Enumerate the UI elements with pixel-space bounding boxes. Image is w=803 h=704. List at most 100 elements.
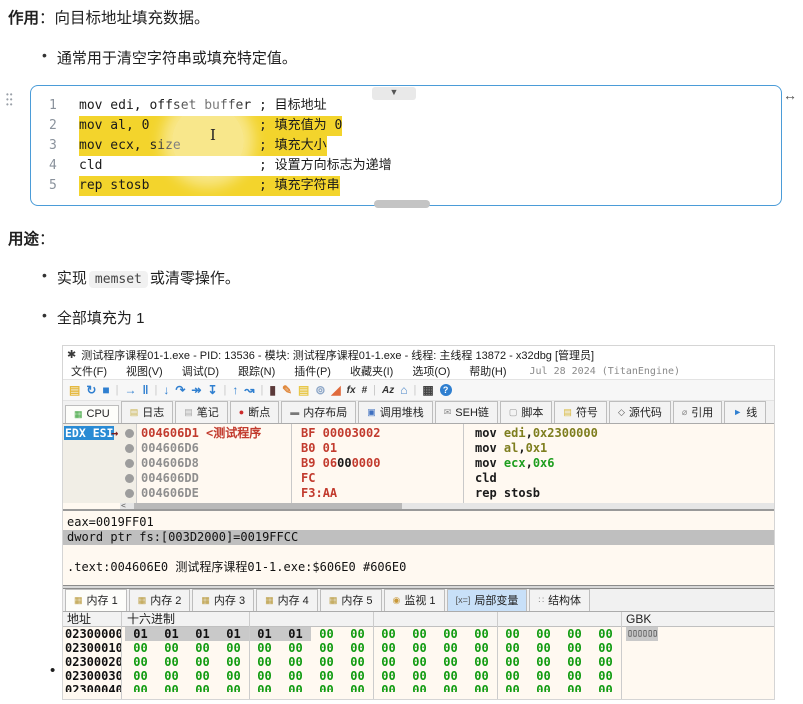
pause-icon[interactable]: ‖ [143, 384, 149, 396]
restart-icon[interactable]: ↻ [86, 384, 96, 396]
code-line[interactable]: 3mov ecx, size ; 填充大小 [31, 136, 781, 156]
patches-icon[interactable]: ▮ [269, 384, 276, 396]
tab-label: 局部变量 [474, 592, 518, 608]
strings-icon[interactable]: Az [382, 385, 394, 396]
info-eax: eax=0019FF01 [67, 515, 154, 529]
menu-item[interactable]: 文件(F) [71, 363, 107, 379]
bullet-marker-4: • [50, 662, 55, 679]
calculator-icon[interactable]: ▦ [422, 384, 433, 396]
label-icon[interactable]: ▤ [298, 384, 309, 396]
bullet-text-pre: 实现 [57, 270, 87, 287]
scroll-left-icon[interactable]: < [121, 501, 126, 510]
skip-icon[interactable]: ↧ [207, 384, 217, 396]
tab-dump-4[interactable]: ▦ 内存 4 [256, 589, 318, 611]
stop-icon[interactable]: ■ [102, 384, 109, 396]
tab-label: 内存 2 [150, 592, 181, 608]
graph-icon[interactable]: ⌂ [400, 384, 407, 396]
code-hscrollbar-thumb[interactable] [374, 200, 430, 208]
memory-dump-pane[interactable]: 地址 十六进制 GBK 0230000001010101010100000000… [63, 612, 774, 700]
menu-item[interactable]: 插件(P) [294, 363, 331, 379]
run-icon[interactable]: → [125, 384, 137, 396]
disasm-row[interactable]: 004606D8B9 06000000mov ecx,0x6 [63, 456, 774, 471]
tab-dump-5[interactable]: ▦内存 5 [320, 589, 382, 611]
tab-notes[interactable]: ▤笔记 [175, 401, 228, 423]
column-divider [463, 424, 464, 503]
code-line[interactable]: 5rep stosb ; 填充字符串 [31, 176, 781, 196]
tab-cpu[interactable]: ▦CPU [65, 405, 119, 423]
menu-item[interactable]: 视图(V) [126, 363, 163, 379]
tab-script[interactable]: ▢脚本 [500, 401, 553, 423]
chevron-down-icon[interactable]: ▼ [372, 87, 416, 100]
step-into-icon[interactable]: ↓ [163, 384, 169, 396]
disasm-row[interactable]: 004606D1 <测试程序BF 00003002mov edi,0x23000… [63, 426, 774, 441]
animate-icon[interactable]: ↝ [244, 384, 254, 396]
dump-row[interactable]: 0230002000000000000000000000000000000000 [63, 655, 774, 669]
menu-item[interactable]: 帮助(H) [469, 363, 506, 379]
menu-item[interactable]: 调试(D) [182, 363, 219, 379]
tab-dump-1[interactable]: ▦内存 1 [65, 589, 127, 611]
tab-breakpoints[interactable]: ●断点 [230, 401, 279, 423]
menu-item[interactable]: 选项(O) [412, 363, 450, 379]
tab-watch-1-icon: ◉ [393, 596, 401, 605]
dump-row[interactable]: 0230004000000000000000000000000000000000 [63, 683, 774, 692]
tab-threads[interactable]: ►线 [724, 401, 766, 423]
code-block[interactable]: 1mov edi, offset buffer ; 目标地址2mov al, 0… [30, 85, 782, 206]
tab-references[interactable]: ⌀引用 [673, 401, 722, 423]
tab-memory-map[interactable]: ▬内存布局 [281, 401, 356, 423]
tab-dump-3[interactable]: ▦内存 3 [192, 589, 254, 611]
open-file-icon[interactable]: ▤ [69, 384, 80, 396]
functions-icon[interactable]: fx [347, 385, 356, 396]
info-highlight-row: dword ptr fs:[003D2000]=0019FFCC [63, 530, 774, 545]
tab-watch-1[interactable]: ◉监视 1 [384, 589, 445, 611]
dump-row[interactable]: 0230000001010101010100000000000000000000… [63, 627, 774, 641]
x32dbg-window[interactable]: ✱ 测试程序课程01-1.exe - PID: 13536 - 模块: 测试程序… [62, 345, 775, 700]
resize-width-icon[interactable]: ↔ [783, 87, 797, 103]
bullet-item-3: 全部填充为 1 [42, 307, 144, 328]
resize-glyph: ↔ [783, 87, 797, 103]
menu-item[interactable]: 收藏夹(I) [350, 363, 393, 379]
menu-items: 文件(F) 视图(V) 调试(D) 跟踪(N) 插件(P) 收藏夹(I) 选项(O) 帮助(H… [71, 363, 507, 379]
step-over-icon[interactable]: ↷ [175, 384, 185, 396]
disassembly-pane[interactable]: EDX ESI → 004606D1 <测试程序BF 00003002mov e… [63, 424, 774, 509]
menu-item[interactable]: 跟踪(N) [238, 363, 275, 379]
disasm-address: 004606D8 [141, 456, 292, 471]
comment-icon[interactable]: ✎ [282, 384, 292, 396]
disasm-row[interactable]: 004606DEF3:AArep stosb [63, 486, 774, 501]
drag-handle-icon[interactable]: •••••• [6, 92, 14, 107]
tab-seh[interactable]: ✉SEH链 [435, 401, 498, 423]
run-to-user-code-icon[interactable]: ↠ [191, 384, 201, 396]
breakpoint-dot-icon[interactable] [125, 444, 134, 453]
tab-dump-2[interactable]: ▦内存 2 [129, 589, 191, 611]
breakpoint-dot-icon[interactable] [125, 474, 134, 483]
step-out-icon[interactable]: ↑ [232, 384, 238, 396]
tab-struct[interactable]: ∷结构体 [529, 589, 590, 611]
tab-label: 断点 [248, 404, 270, 420]
bookmark-icon[interactable]: ⊚ [315, 384, 325, 396]
breakpoint-dot-icon[interactable] [125, 429, 134, 438]
tab-dump-4-icon: ▦ [265, 596, 274, 605]
dump-address: 02300000 [65, 627, 121, 641]
tab-locals[interactable]: [x=]局部变量 [447, 589, 528, 611]
disasm-row[interactable]: 004606D6B0 01mov al,0x1 [63, 441, 774, 456]
tab-label: 日志 [142, 404, 164, 420]
tab-log-icon: ▤ [130, 408, 139, 417]
memory-hash-icon[interactable]: # [362, 385, 368, 396]
breakpoint-dot-icon[interactable] [125, 489, 134, 498]
code-line[interactable]: 2mov al, 0 ; 填充值为 0 [31, 116, 781, 136]
code-line[interactable]: 4cld ; 设置方向标志为递增 [31, 156, 781, 176]
disasm-instruction: rep stosb [475, 486, 540, 501]
disasm-row[interactable]: 004606DDFCcld [63, 471, 774, 486]
help-icon[interactable]: ? [440, 384, 452, 396]
tab-call-stack[interactable]: ▣调用堆栈 [358, 401, 433, 423]
bullet-text: 通常用于清空字符串或填充特定值。 [57, 47, 297, 68]
trace-icon[interactable]: ◢ [331, 384, 340, 396]
dump-row[interactable]: 0230003000000000000000000000000000000000 [63, 669, 774, 683]
tab-symbols[interactable]: ▤符号 [554, 401, 607, 423]
info-address-label: .text:004606E0 测试程序课程01-1.exe:$606E0 #60… [67, 558, 406, 575]
tab-label: 内存 4 [278, 592, 309, 608]
dump-row[interactable]: 0230001000000000000000000000000000000000 [63, 641, 774, 655]
breakpoint-dot-icon[interactable] [125, 459, 134, 468]
tab-log[interactable]: ▤日志 [121, 401, 174, 423]
column-divider [291, 424, 292, 503]
tab-source[interactable]: ◇源代码 [609, 401, 671, 423]
